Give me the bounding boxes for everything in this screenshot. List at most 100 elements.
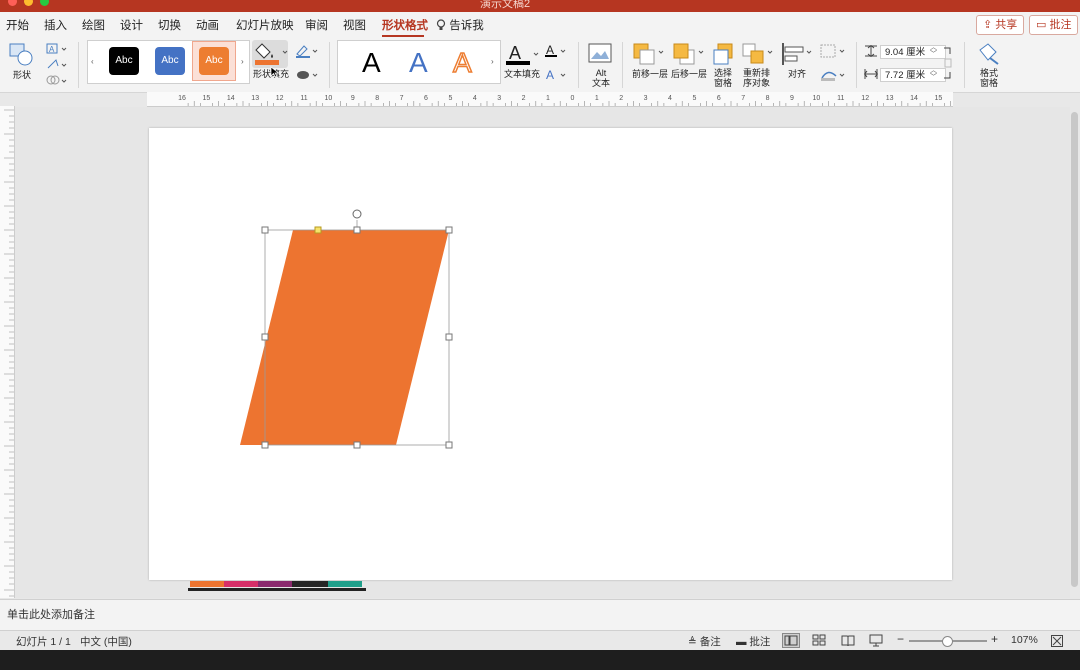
width-stepper[interactable]: ︿ ﹀ [930,67,937,81]
edit-shape-tools[interactable]: A [46,42,68,86]
title-bar: 演示文稿2 [0,0,1080,12]
zoom-out-button[interactable]: − [897,632,904,646]
notes-pane[interactable]: 单击此处添加备注 [0,599,1080,630]
height-stepper[interactable]: ︿ ﹀ [930,44,937,58]
shape-style-blue[interactable]: Abc [155,47,185,75]
tab-design[interactable]: 设计 [120,17,143,33]
rotate-handle-icon[interactable] [352,209,362,219]
group-rotate-icons [820,44,845,81]
width-icon [864,69,878,79]
close-window-button[interactable] [8,0,17,6]
selection-pane-icon [713,43,733,65]
language-indicator[interactable]: 中文 (中国) [80,634,132,649]
lock-aspect-icon[interactable] [942,46,952,80]
tab-draw[interactable]: 绘图 [82,17,105,33]
resize-handle-bottom[interactable] [353,441,361,449]
chevron-right-icon[interactable]: › [491,57,494,66]
separator [856,42,857,88]
resize-handle-top-right[interactable] [445,226,453,234]
tab-shape-format[interactable]: 形状格式 [382,17,428,33]
ruler-tick-label: 2 [619,95,623,102]
slideshow-icon[interactable] [869,634,883,647]
reading-view-icon[interactable] [841,634,855,647]
chevron-right-icon[interactable]: › [241,57,244,66]
ribbon: 形状 A ‹ Abc Abc Abc › A A A › A 文本填充 A A … [0,38,1080,93]
resize-handle-top[interactable] [353,226,361,234]
comment-icon: ▬ [736,636,747,648]
height-icon [865,45,877,57]
text-outline-effects-buttons[interactable]: A A [544,42,570,84]
fit-to-window-icon[interactable] [1051,635,1063,647]
active-tab-indicator [382,35,424,37]
zoom-window-button[interactable] [40,0,49,6]
zoom-level[interactable]: 107% [1011,634,1038,646]
ruler-tick-label: 2 [522,95,526,102]
zoom-in-button[interactable]: + [991,632,998,646]
alt-text-button[interactable] [587,42,613,66]
reorder-objects-button[interactable] [741,42,775,66]
text-fill-button[interactable]: A [504,42,540,70]
shape-style-orange[interactable]: Abc [199,47,229,75]
tab-home[interactable]: 开始 [6,17,29,33]
alt-text-icon [588,43,612,63]
ruler-ticks: 16 15 14 13 12 11 10 9 8 7 6 5 4 3 2 1 0 1 2 3 4 5 6 7 8 9 10 11 12 1… [178,95,982,106]
shapes-button[interactable] [8,42,36,68]
group-rotate-buttons[interactable] [819,42,849,84]
parallelogram-shape[interactable] [240,230,449,445]
align-button[interactable] [780,42,814,66]
comments-toggle-button[interactable]: ▬ 批注 [736,634,770,649]
send-backward-button[interactable] [672,42,706,66]
tell-me-search[interactable]: 告诉我 [436,17,484,33]
text-outline-effects-icons: A A [545,43,566,82]
wordart-style-black[interactable]: A [362,47,381,79]
shapes-label: 形状 [13,70,32,80]
comment-icon: ▭ [1036,19,1047,31]
share-button[interactable]: ⇪ 共享 [976,15,1025,35]
chevron-left-icon[interactable]: ‹ [91,57,94,66]
ruler-tick-label: 10 [325,95,333,102]
resize-handle-right[interactable] [445,333,453,341]
text-fill-icon: A [506,43,539,65]
resize-handle-left[interactable] [261,333,269,341]
tab-view[interactable]: 视图 [343,17,366,33]
slide-sorter-icon[interactable] [812,634,826,647]
ruler-tick-label: 0 [570,95,574,102]
slide[interactable] [149,128,952,580]
notes-placeholder[interactable]: 单击此处添加备注 [7,606,95,622]
svg-text:A: A [509,43,521,63]
tab-review[interactable]: 审阅 [305,17,328,33]
ruler-tick-label: 4 [473,95,477,102]
wordart-gallery: A A A › [337,40,501,84]
shape-style-black[interactable]: Abc [109,47,139,75]
status-bar: 幻灯片 1 / 1 中文 (中国) ≜ 备注 ▬ 批注 − + 107% [0,630,1080,651]
notes-toggle-button[interactable]: ≜ 备注 [688,634,721,649]
comments-button[interactable]: ▭ 批注 [1029,15,1079,35]
ruler-tick-label: 11 [837,95,844,102]
vertical-scrollbar[interactable] [1071,112,1078,587]
selection-pane-button[interactable] [712,42,736,66]
wordart-style-blue[interactable]: A [409,47,428,79]
text-fill-label: 文本填充 [504,69,541,79]
outline-effects-buttons[interactable] [294,42,322,84]
resize-handle-top-left[interactable] [261,226,269,234]
shape-height-value: 9.04 厘米 [885,47,926,58]
minimize-window-button[interactable] [24,0,33,6]
tab-insert[interactable]: 插入 [44,17,67,33]
shape-fill-button[interactable] [252,40,288,68]
tab-slideshow[interactable]: 幻灯片放映 [236,17,294,33]
separator [78,42,79,88]
separator [578,42,579,88]
resize-handle-bottom-left[interactable] [261,441,269,449]
wordart-style-orange[interactable]: A [452,46,472,79]
zoom-slider-thumb[interactable] [942,636,953,647]
vertical-ruler [0,106,15,598]
normal-view-icon[interactable] [782,633,800,648]
bring-forward-button[interactable] [632,42,666,66]
ruler-tick-label: 8 [375,95,379,102]
ruler-tick-label: 6 [717,95,721,102]
tab-animations[interactable]: 动画 [196,17,219,33]
resize-handle-bottom-right[interactable] [445,441,453,449]
adjustment-handle[interactable] [314,226,322,234]
tab-transitions[interactable]: 切换 [158,17,181,33]
format-pane-button[interactable] [976,42,1002,66]
